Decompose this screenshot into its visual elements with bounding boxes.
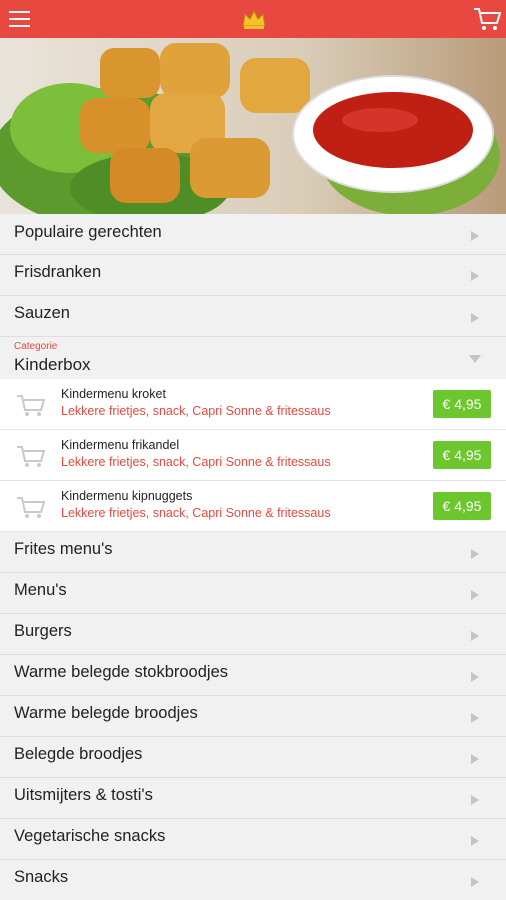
category-row[interactable]: Warme belegde broodjes (0, 696, 506, 737)
item-name: Kindermenu kroket (61, 387, 166, 401)
menu-item[interactable]: Kindermenu frikandel Lekkere frietjes, s… (0, 430, 506, 481)
item-description: Lekkere frietjes, snack, Capri Sonne & f… (61, 404, 331, 418)
category-label: Uitsmijters & tosti's (14, 786, 153, 804)
item-description: Lekkere frietjes, snack, Capri Sonne & f… (61, 455, 331, 469)
add-to-cart-icon[interactable] (15, 392, 47, 418)
category-title: Kinderbox (14, 355, 91, 374)
category-label: Vegetarische snacks (14, 827, 166, 845)
category-label: Populaire gerechten (14, 223, 162, 241)
add-to-cart-icon[interactable] (15, 494, 47, 520)
category-row[interactable]: Burgers (0, 614, 506, 655)
category-row[interactable]: Vegetarische snacks (0, 819, 506, 860)
category-caption: Categorie (14, 341, 58, 352)
app-header (0, 0, 506, 38)
crown-logo (242, 9, 266, 29)
category-label: Snacks (14, 868, 69, 886)
item-name: Kindermenu frikandel (61, 438, 180, 452)
price-button[interactable]: € 4,95 (433, 390, 491, 418)
shopping-cart-icon[interactable] (473, 6, 501, 32)
category-row[interactable]: Frisdranken (0, 255, 506, 296)
category-label: Frites menu's (14, 540, 113, 558)
chevron-right-icon (471, 271, 479, 281)
price-button[interactable]: € 4,95 (433, 441, 491, 469)
menu-item[interactable]: Kindermenu kipnuggets Lekkere frietjes, … (0, 481, 506, 532)
chevron-right-icon (471, 672, 479, 682)
category-label: Frisdranken (14, 263, 102, 281)
chevron-right-icon (471, 836, 479, 846)
chevron-right-icon (471, 590, 479, 600)
category-row[interactable]: Menu's (0, 573, 506, 614)
chevron-right-icon (471, 877, 479, 887)
item-name: Kindermenu kipnuggets (61, 489, 193, 503)
category-row[interactable]: Belegde broodjes (0, 737, 506, 778)
chevron-right-icon (471, 713, 479, 723)
add-to-cart-icon[interactable] (15, 443, 47, 469)
category-label: Sauzen (14, 304, 70, 322)
category-row[interactable]: Populaire gerechten (0, 214, 506, 255)
category-label: Warme belegde stokbroodjes (14, 663, 229, 681)
menu-item[interactable]: Kindermenu kroket Lekkere frietjes, snac… (0, 379, 506, 430)
item-description: Lekkere frietjes, snack, Capri Sonne & f… (61, 506, 331, 520)
chevron-right-icon (471, 313, 479, 323)
category-row[interactable]: Frites menu's (0, 532, 506, 573)
category-label: Burgers (14, 622, 72, 640)
category-label: Belegde broodjes (14, 745, 143, 763)
chevron-right-icon (471, 549, 479, 559)
category-row[interactable]: Snacks (0, 860, 506, 900)
category-row[interactable]: Uitsmijters & tosti's (0, 778, 506, 819)
chevron-right-icon (471, 631, 479, 641)
chevron-down-icon (469, 355, 481, 363)
category-row[interactable]: Warme belegde stokbroodjes (0, 655, 506, 696)
chevron-right-icon (471, 231, 479, 241)
chevron-right-icon (471, 754, 479, 764)
category-label: Menu's (14, 581, 67, 599)
price-button[interactable]: € 4,95 (433, 492, 491, 520)
chevron-right-icon (471, 795, 479, 805)
category-row[interactable]: Sauzen (0, 296, 506, 337)
category-label: Warme belegde broodjes (14, 704, 198, 722)
hero-image (0, 38, 506, 214)
hamburger-icon[interactable] (9, 11, 30, 27)
